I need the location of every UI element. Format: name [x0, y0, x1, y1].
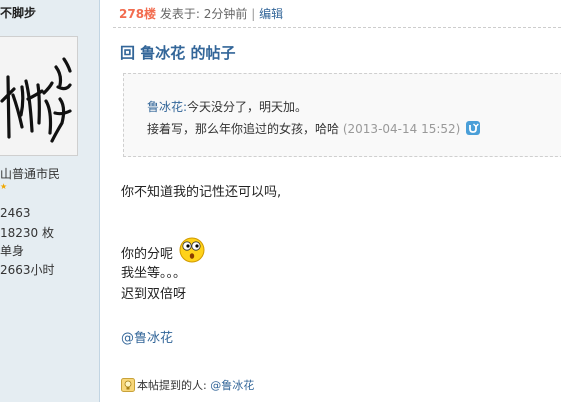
meta-divider	[113, 27, 561, 28]
surprised-smiley-icon	[178, 236, 206, 264]
body-line-2-wrap: 你的分呢	[121, 236, 206, 264]
signature-avatar-image	[0, 37, 77, 155]
mentioned-label: 本帖提到的人:	[137, 379, 207, 392]
quote-text-1: 今天没分了，明天加。	[187, 100, 308, 114]
quote-line-2: 接着写，那么年你追过的女孩，哈哈 (2013-04-14 15:52)	[147, 120, 481, 137]
body-line-4: 迟到双倍呀	[121, 287, 187, 302]
quote-author[interactable]: 鲁冰花:	[147, 100, 187, 114]
mentioned-user-link[interactable]: @鲁冰花	[210, 379, 254, 392]
author-name[interactable]: 不脚步	[0, 4, 36, 21]
body-line-1: 你不知道我的记性还可以吗,	[121, 185, 282, 200]
body-line-2: 你的分呢	[121, 247, 174, 262]
quote-block: 鲁冰花:今天没分了，明天加。 接着写，那么年你追过的女孩，哈哈 (2013-04…	[123, 73, 561, 157]
author-stat-coins: 18230 枚	[0, 226, 54, 240]
edit-link[interactable]: 编辑	[259, 7, 283, 21]
mention-link[interactable]: @鲁冰花	[121, 327, 173, 346]
back-arrow-icon[interactable]	[466, 121, 481, 135]
author-rank[interactable]: 山普通市民	[0, 165, 60, 182]
author-stat-online-hours: 2663小时	[0, 263, 55, 277]
reply-title: 回 鲁冰花 的帖子	[120, 44, 236, 62]
mentioned-users: 本帖提到的人: @鲁冰花	[121, 377, 254, 393]
rank-star-icon: ★	[0, 182, 8, 191]
quote-date: (2013-04-14 15:52)	[342, 122, 461, 136]
author-stat-posts: 2463	[0, 206, 31, 220]
post-content: 278楼 发表于: 2分钟前 | 编辑 回 鲁冰花 的帖子 鲁冰花:今天没分了，…	[101, 0, 561, 402]
meta-separator: |	[251, 7, 256, 21]
quote-line-1: 鲁冰花:今天没分了，明天加。	[147, 98, 307, 115]
lightbulb-icon	[121, 378, 135, 392]
posted-label: 发表于:	[159, 7, 200, 21]
floor-number[interactable]: 278楼	[119, 7, 156, 21]
body-line-3: 我坐等。。。	[121, 266, 187, 281]
author-avatar[interactable]	[0, 36, 78, 156]
quote-text-2: 接着写，那么年你追过的女孩，哈哈	[147, 122, 340, 136]
author-sidebar: 不脚步 山普通市民 ★ 2463 18230 枚 单身 2663小时	[0, 0, 100, 402]
post-meta: 278楼 发表于: 2分钟前 | 编辑	[119, 5, 283, 22]
posted-time: 2分钟前	[203, 7, 248, 21]
author-stat-status: 单身	[0, 244, 25, 258]
